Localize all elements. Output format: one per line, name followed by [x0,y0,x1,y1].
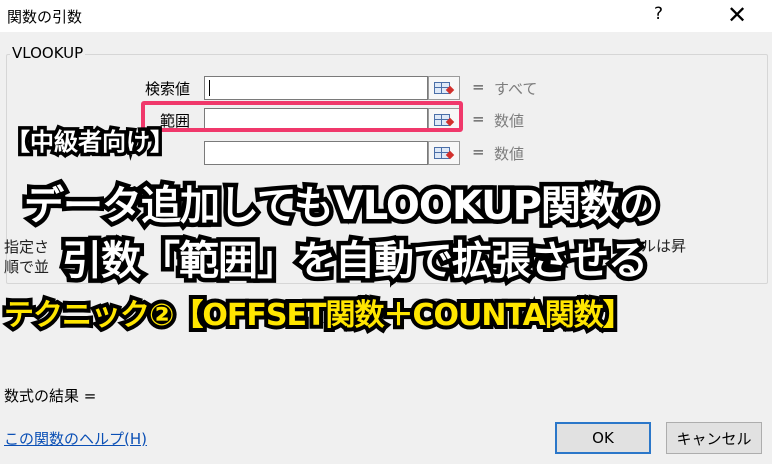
arg-label-lookup-value: 検索値 [144,80,190,98]
overlay-technique: テクニック②【OFFSET関数＋COUNTA関数】 [0,294,637,337]
dialog-titlebar: 関数の引数 ? ✕ [0,0,772,32]
function-help-link[interactable]: この関数のヘルプ(H) [4,428,147,449]
formula-result-label: 数式の結果 = [4,387,97,405]
range-select-button-col-index[interactable] [428,141,460,165]
close-icon[interactable]: ✕ [727,0,747,30]
overlay-headline-2: 引数「範囲」を自動で拡張させる [58,234,653,289]
description-line-1: 指定さ [4,238,50,256]
arg-type-lookup-value: すべて [494,80,538,98]
arg-equals: = [472,78,485,96]
arg-type-table-array: 数値 [494,112,525,130]
cancel-button[interactable]: キャンセル [666,422,762,454]
function-name-label: VLOOKUP [10,44,86,62]
ok-button[interactable]: OK [555,422,651,454]
description-line-2: 順で並 [4,258,50,276]
col-index-input[interactable] [204,141,428,165]
range-highlight-box [141,101,463,132]
text-caret [209,80,210,96]
help-icon[interactable]: ? [654,4,663,24]
dialog-title: 関数の引数 [7,8,83,26]
overlay-headline-1: データ追加してもVLOOKUP関数の [20,179,664,234]
arg-equals: = [472,110,485,128]
arg-type-col-index: 数値 [494,145,525,163]
lookup-value-input[interactable] [204,76,428,100]
range-select-button-lookup-value[interactable] [428,76,460,100]
overlay-level-tag: 【中級者向け】 [3,125,178,160]
arg-equals: = [472,143,485,161]
